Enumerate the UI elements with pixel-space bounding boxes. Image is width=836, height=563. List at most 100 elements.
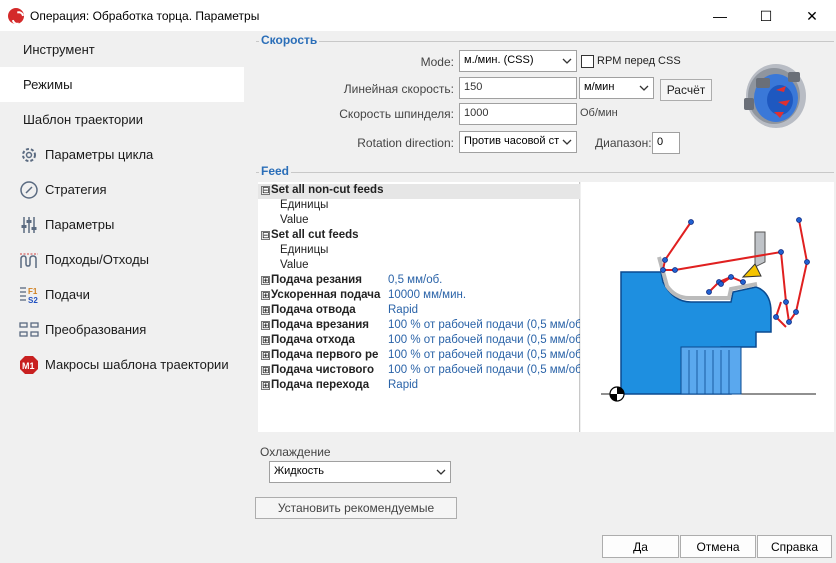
tree-row-name: Единицы [280, 199, 329, 211]
expand-icon[interactable]: ⊞ [261, 291, 270, 300]
app-logo-icon [8, 8, 24, 24]
chevron-down-icon [561, 136, 573, 148]
minimize-button[interactable]: — [697, 0, 743, 32]
sliders-icon [18, 214, 40, 236]
tree-row-value: 100 % от рабочей подачи (0,5 мм/об. [388, 319, 580, 331]
tree-row-name: Подача отхода [271, 334, 355, 346]
feed-tree[interactable]: ⊟ Set all non-cut feeds Единицы Value ⊟ … [258, 182, 580, 432]
main-panel: Скорость Mode: м./мин. (CSS) RPM перед C… [244, 32, 836, 563]
sidebar-item-transforms[interactable]: Преобразования [0, 312, 244, 347]
sidebar-item-cycle-params[interactable]: Параметры цикла [0, 137, 244, 172]
expand-icon[interactable]: ⊞ [261, 381, 270, 390]
sidebar-item-label: Подачи [45, 287, 90, 302]
title-bar: Операция: Обработка торца. Параметры — ☐… [0, 0, 836, 32]
collapse-icon[interactable]: ⊟ [261, 231, 270, 240]
group-divider [256, 41, 834, 42]
rpm-before-css-label: RPM перед CSS [597, 55, 681, 67]
tree-row[interactable]: Value [258, 214, 580, 229]
ok-button[interactable]: Да [602, 535, 679, 558]
tree-row[interactable]: Value [258, 259, 580, 274]
tree-row-name: Единицы [280, 244, 329, 256]
mode-select[interactable]: м./мин. (CSS) [459, 50, 577, 72]
sidebar: Инструмент Режимы Шаблон траектории Пара… [0, 32, 244, 563]
tree-row[interactable]: ⊞ Подача резания 0,5 мм/об. [258, 274, 580, 289]
rpm-before-css-checkbox[interactable] [581, 55, 594, 68]
tree-row-name: Value [280, 259, 309, 271]
tree-row-name: Value [280, 214, 309, 226]
cycle-gear-icon [18, 144, 40, 166]
tree-row[interactable]: ⊞ Ускоренная подача 10000 мм/мин. [258, 289, 580, 304]
tree-row-name: Ускоренная подача [271, 289, 381, 301]
sidebar-item-label: Инструмент [23, 42, 95, 57]
tree-row[interactable]: ⊞ Подача отхода 100 % от рабочей подачи … [258, 334, 580, 349]
rotation-direction-select[interactable]: Против часовой ст [459, 131, 577, 153]
tree-row[interactable]: ⊞ Подача первого ре 100 % от рабочей под… [258, 349, 580, 364]
feed-group-title: Feed [259, 164, 292, 178]
linear-speed-unit-select[interactable]: м/мин [579, 77, 654, 99]
sidebar-item-path-template[interactable]: Шаблон траектории [0, 102, 244, 137]
rotation-direction-value: Против часовой ст [464, 135, 560, 147]
expand-icon[interactable]: ⊞ [261, 351, 270, 360]
sidebar-item-modes[interactable]: Режимы [0, 67, 244, 102]
range-label: Диапазон: [595, 136, 652, 150]
coolant-label: Охлаждение [260, 445, 331, 459]
tree-row[interactable]: Единицы [258, 244, 580, 259]
expand-icon[interactable]: ⊞ [261, 276, 270, 285]
tree-row[interactable]: ⊞ Подача врезания 100 % от рабочей подач… [258, 319, 580, 334]
sidebar-item-tool[interactable]: Инструмент [0, 32, 244, 67]
cancel-button[interactable]: Отмена [680, 535, 756, 558]
feeds-f1-s2-icon: F1 S2 [18, 284, 40, 306]
tree-row[interactable]: ⊞ Подача чистового 100 % от рабочей пода… [258, 364, 580, 379]
tree-row-value: 100 % от рабочей подачи (0,5 мм/об. [388, 349, 580, 361]
range-input[interactable]: 0 [652, 132, 680, 154]
tree-row-value: 0,5 мм/об. [388, 274, 443, 286]
sidebar-item-parameters[interactable]: Параметры [0, 207, 244, 242]
tree-row-name: Set all non-cut feeds [271, 184, 383, 196]
spindle-speed-input[interactable]: 1000 [459, 103, 577, 125]
expand-icon[interactable]: ⊞ [261, 321, 270, 330]
calc-button[interactable]: Расчёт [660, 79, 712, 101]
svg-text:S2: S2 [28, 296, 38, 305]
chevron-down-icon [639, 85, 649, 91]
window-title: Операция: Обработка торца. Параметры [30, 9, 260, 23]
sidebar-item-label: Параметры цикла [45, 147, 154, 162]
tree-row-value: Rapid [388, 304, 419, 316]
linear-speed-unit-value: м/мин [584, 81, 615, 93]
tree-row-name: Подача отвода [271, 304, 356, 316]
tree-row-name: Подача врезания [271, 319, 369, 331]
sidebar-item-label: Макросы шаблона траектории [45, 357, 229, 372]
help-button[interactable]: Справка [757, 535, 832, 558]
expand-icon[interactable]: ⊞ [261, 336, 270, 345]
tree-row[interactable]: ⊟ Set all cut feeds [258, 229, 580, 244]
sidebar-item-label: Стратегия [45, 182, 107, 197]
tree-row-value: 10000 мм/мин. [388, 289, 467, 301]
expand-icon[interactable]: ⊞ [261, 366, 270, 375]
tree-row[interactable]: Единицы [258, 199, 580, 214]
sidebar-item-path-macros[interactable]: M1 Макросы шаблона траектории [0, 347, 244, 382]
maximize-button[interactable]: ☐ [743, 0, 789, 32]
spindle-speed-label: Скорость шпинделя: [339, 107, 454, 121]
set-recommended-button[interactable]: Установить рекомендуемые [255, 497, 457, 519]
coolant-select[interactable]: Жидкость [269, 461, 451, 483]
tree-row[interactable]: ⊟ Set all non-cut feeds [258, 184, 580, 199]
mode-value: м./мин. (CSS) [464, 54, 534, 66]
expand-icon[interactable]: ⊞ [261, 306, 270, 315]
linear-speed-label: Линейная скорость: [343, 82, 454, 96]
chevron-down-icon [436, 469, 446, 475]
sidebar-item-strategy[interactable]: Стратегия [0, 172, 244, 207]
tree-row[interactable]: ⊞ Подача отвода Rapid [258, 304, 580, 319]
sidebar-item-approach-retract[interactable]: Подходы/Отходы [0, 242, 244, 277]
svg-text:F1: F1 [28, 287, 38, 296]
spindle-chuck-illustration [744, 64, 806, 128]
collapse-icon[interactable]: ⊟ [261, 186, 270, 195]
group-divider [256, 172, 834, 173]
chevron-down-icon [562, 58, 572, 64]
tree-row[interactable]: ⊞ Подача перехода Rapid [258, 379, 580, 394]
spindle-speed-unit: Об/мин [580, 107, 618, 119]
compass-icon [18, 179, 40, 201]
sidebar-item-label: Режимы [23, 77, 73, 92]
close-button[interactable]: ✕ [789, 0, 835, 32]
sidebar-item-feeds[interactable]: F1 S2 Подачи [0, 277, 244, 312]
tree-row-value: 100 % от рабочей подачи (0,5 мм/об. [388, 334, 580, 346]
linear-speed-input[interactable]: 150 [459, 77, 577, 99]
